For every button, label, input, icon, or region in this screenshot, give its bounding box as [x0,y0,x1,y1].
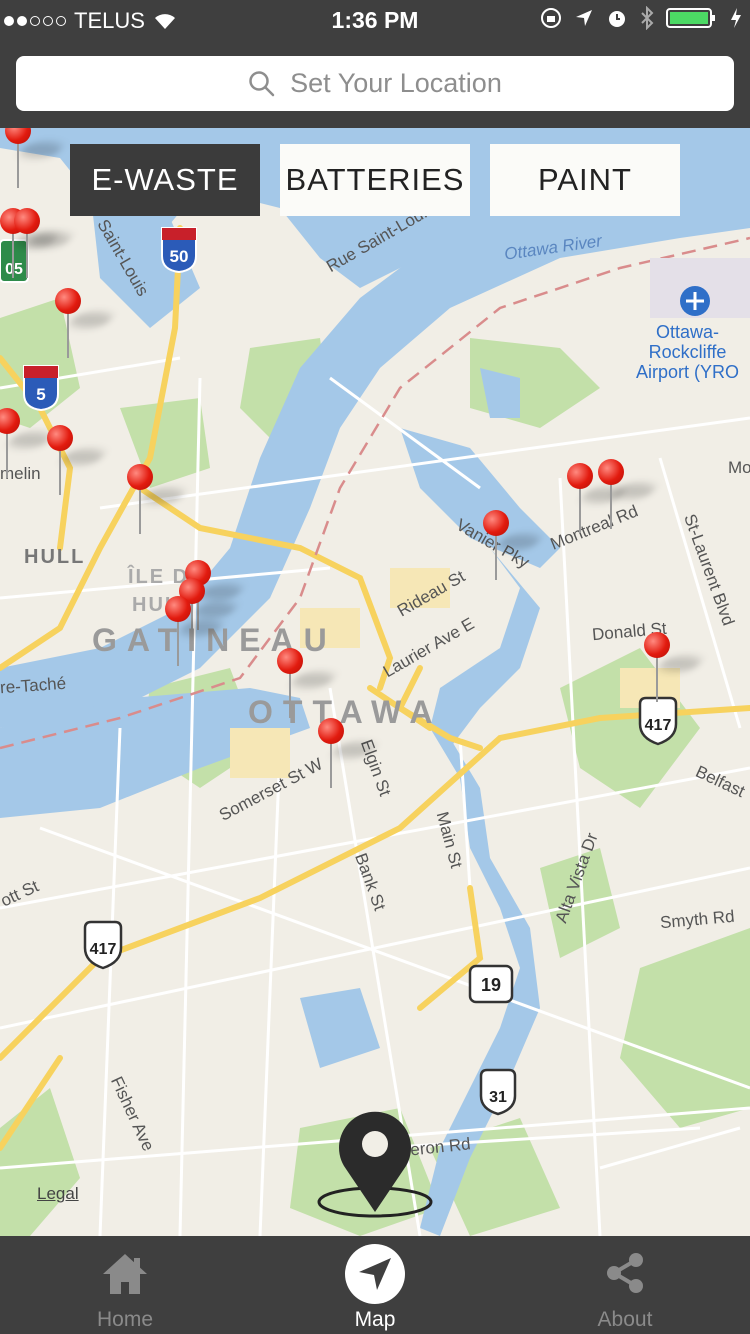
highway-19-shield: 19 [468,964,514,1004]
filter-e-waste-button[interactable]: E-WASTE [70,144,260,216]
recycling-location-pin[interactable] [644,632,705,722]
legal-link[interactable]: Legal [37,1184,79,1204]
navigation-arrow-icon [345,1244,405,1304]
recycling-location-pin[interactable] [55,288,116,378]
location-search-input[interactable]: Set Your Location [16,56,734,111]
tab-home-label: Home [96,1308,154,1331]
tab-bar: Home Map About [0,1236,750,1334]
map-view[interactable]: Ottawa River Ottawa- Rockcliffe Airport … [0,128,750,1236]
highway-50-shield: 50 [161,227,197,274]
hwy417-west-text: 417 [90,941,117,958]
battery-icon [666,8,715,28]
tab-map-label: Map [354,1308,396,1331]
search-placeholder: Set Your Location [290,68,502,98]
filter-paint-button[interactable]: PAINT [490,144,680,216]
tab-about-label: About [597,1308,653,1331]
airport-line-1: Ottawa- [656,322,720,342]
recycling-location-pin[interactable] [47,425,108,515]
bluetooth-icon [641,6,654,30]
recycling-location-pin[interactable] [0,408,55,498]
hwy5-text: 5 [36,385,45,404]
status-bar: TELUS 1:36 PM [0,0,750,40]
share-icon [607,1253,643,1293]
airport-label: Ottawa- Rockcliffe Airport (YRO [636,322,739,382]
recycling-location-pin[interactable] [14,208,75,298]
recycling-location-pin[interactable] [165,596,226,686]
airport-line-3: Airport (YRO [636,362,740,382]
hwy31-text: 31 [489,1089,507,1106]
hwy50-text: 50 [170,247,189,266]
hull-label: HULL [24,546,86,568]
map-base [0,128,750,1236]
tab-map[interactable]: Map [250,1236,500,1334]
home-icon [103,1254,147,1294]
tab-about[interactable]: About [500,1236,750,1334]
search-icon [249,70,275,96]
rotation-lock-icon [541,8,561,28]
filter-batteries-button[interactable]: BATTERIES [280,144,470,216]
airport-line-2: Rockcliffe [648,342,727,362]
highway-417-west-shield: 417 [83,920,123,970]
charging-icon [731,8,741,28]
mo-label: Mo [728,458,750,477]
highway-31-shield: 31 [479,1068,517,1116]
recycling-location-pin[interactable] [277,648,338,738]
recycling-location-pin[interactable] [483,510,544,600]
recycling-location-pin[interactable] [127,464,188,554]
hwy19-text: 19 [481,975,501,995]
recycling-location-pin[interactable] [567,463,628,553]
location-arrow-icon [576,10,592,26]
alarm-icon [609,11,625,27]
recycling-location-pin[interactable] [5,128,66,208]
search-bar: Set Your Location [0,40,750,128]
tab-home[interactable]: Home [0,1236,250,1334]
user-location-marker-icon[interactable] [316,1108,434,1220]
recycling-location-pin[interactable] [598,459,659,549]
recycling-location-pin[interactable] [318,718,379,808]
